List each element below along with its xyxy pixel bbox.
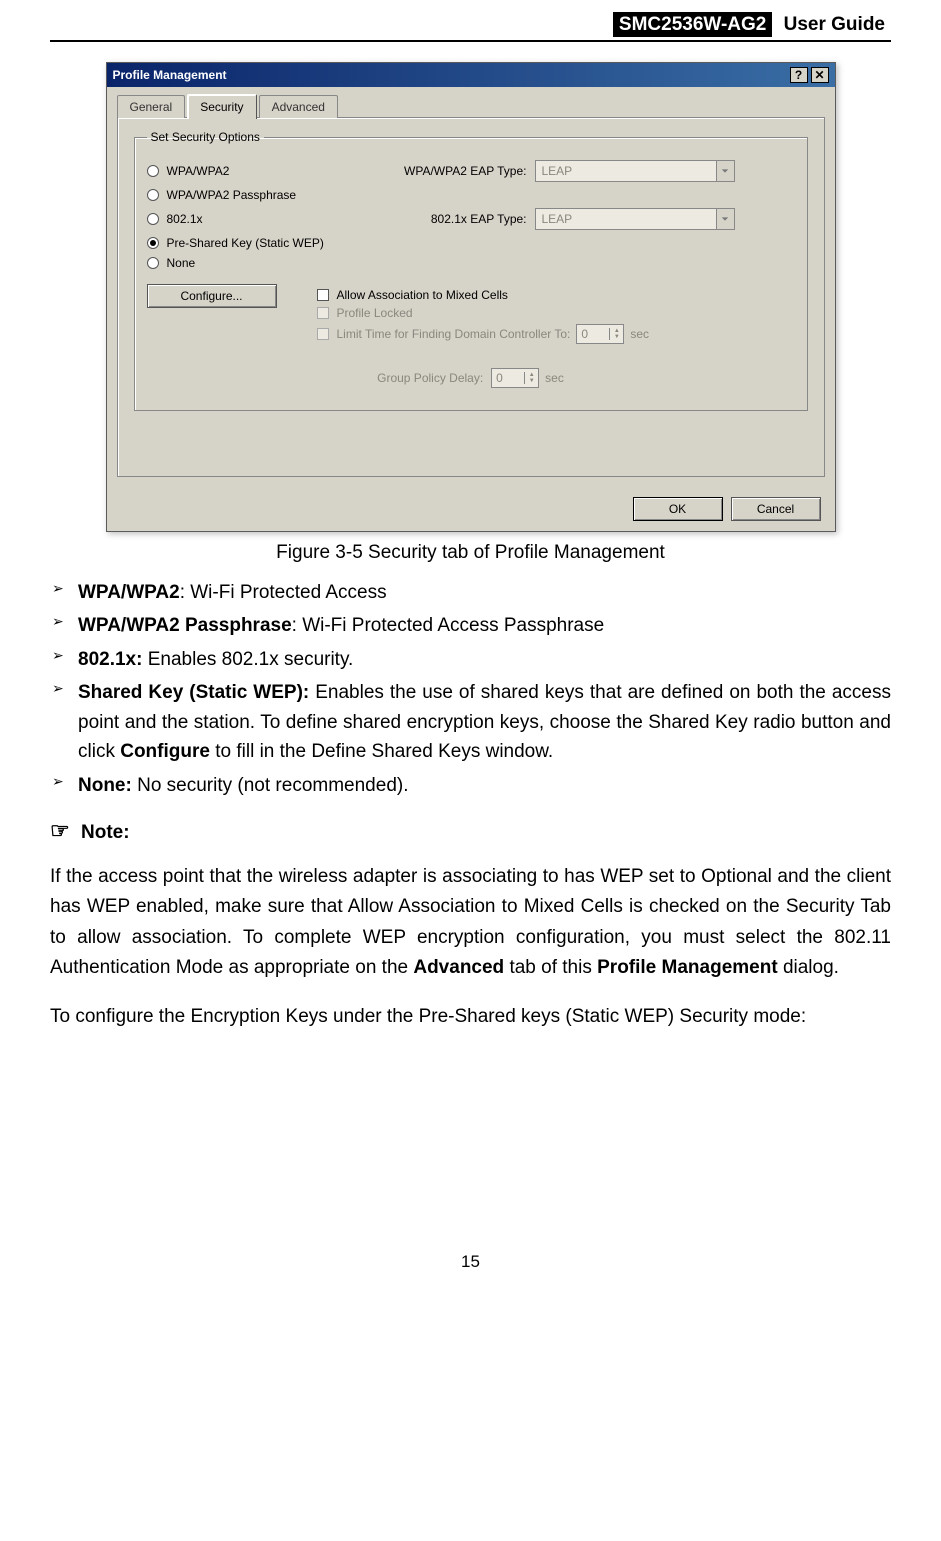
note-heading: ☞ Note: (50, 818, 891, 844)
8021x-eap-type-label: 802.1x EAP Type: (377, 212, 527, 226)
bullet-list: WPA/WPA2: Wi-Fi Protected Access WPA/WPA… (50, 578, 891, 800)
group-legend: Set Security Options (147, 130, 264, 144)
radio-none-label: None (167, 256, 377, 270)
tab-security[interactable]: Security (187, 94, 256, 119)
8021x-eap-type-value: LEAP (536, 212, 716, 226)
radio-preshared-key[interactable] (147, 237, 159, 249)
tab-strip: General Security Advanced (117, 93, 825, 118)
list-item: None: No security (not recommended). (78, 771, 891, 800)
checkbox-profile-locked (317, 307, 329, 319)
header-rule (50, 40, 891, 42)
ok-button[interactable]: OK (633, 497, 723, 521)
dialog-button-row: OK Cancel (107, 487, 835, 531)
radio-wpa-passphrase-label: WPA/WPA2 Passphrase (167, 188, 377, 202)
chevron-down-icon (716, 161, 734, 181)
checkbox-limit-time-label: Limit Time for Finding Domain Controller… (337, 327, 571, 341)
group-policy-delay-label: Group Policy Delay: (377, 371, 483, 385)
spinner-icon: ▲▼ (524, 372, 538, 384)
close-button[interactable]: ✕ (811, 67, 829, 83)
page-number: 15 (50, 1252, 891, 1272)
radio-wpa-label: WPA/WPA2 (167, 164, 377, 178)
spinner-icon: ▲▼ (609, 328, 623, 340)
note-paragraph: If the access point that the wireless ad… (50, 862, 891, 984)
wpa-eap-type-label: WPA/WPA2 EAP Type: (377, 164, 527, 178)
body-paragraph: To configure the Encryption Keys under t… (50, 1002, 891, 1032)
checkbox-profile-locked-label: Profile Locked (337, 306, 413, 320)
product-name: SMC2536W-AG2 (613, 12, 772, 37)
dialog-title: Profile Management (113, 68, 787, 82)
radio-none[interactable] (147, 257, 159, 269)
wpa-eap-type-value: LEAP (536, 164, 716, 178)
profile-management-dialog: Profile Management ? ✕ General Security … (106, 62, 836, 532)
wpa-eap-type-combo[interactable]: LEAP (535, 160, 735, 182)
cancel-button[interactable]: Cancel (731, 497, 821, 521)
figure-caption: Figure 3-5 Security tab of Profile Manag… (50, 542, 891, 564)
checkbox-limit-time (317, 328, 329, 340)
radio-wpa[interactable] (147, 165, 159, 177)
radio-8021x-label: 802.1x (167, 212, 377, 226)
list-item: Shared Key (Static WEP): Enables the use… (78, 678, 891, 766)
tab-general[interactable]: General (117, 95, 186, 118)
doc-title: User Guide (778, 12, 891, 37)
chevron-down-icon (716, 209, 734, 229)
security-options-group: Set Security Options WPA/WPA2 WPA/WPA2 E… (134, 130, 808, 411)
8021x-eap-type-combo[interactable]: LEAP (535, 208, 735, 230)
pointing-hand-icon: ☞ (50, 818, 70, 843)
configure-button[interactable]: Configure... (147, 284, 277, 308)
tab-advanced[interactable]: Advanced (259, 95, 338, 118)
checkbox-mixed-cells-label: Allow Association to Mixed Cells (337, 288, 508, 302)
page-header: SMC2536W-AG2 User Guide (50, 0, 891, 40)
help-button[interactable]: ? (790, 67, 808, 83)
dialog-titlebar: Profile Management ? ✕ (107, 63, 835, 87)
radio-wpa-passphrase[interactable] (147, 189, 159, 201)
group-policy-delay-input: 0 ▲▼ (491, 368, 539, 388)
list-item: WPA/WPA2 Passphrase: Wi-Fi Protected Acc… (78, 611, 891, 640)
checkbox-mixed-cells[interactable] (317, 289, 329, 301)
list-item: WPA/WPA2: Wi-Fi Protected Access (78, 578, 891, 607)
list-item: 802.1x: Enables 802.1x security. (78, 645, 891, 674)
group-policy-delay-unit: sec (545, 371, 564, 385)
limit-time-input: 0 ▲▼ (576, 324, 624, 344)
tab-panel-security: Set Security Options WPA/WPA2 WPA/WPA2 E… (117, 117, 825, 477)
radio-8021x[interactable] (147, 213, 159, 225)
radio-preshared-key-label: Pre-Shared Key (Static WEP) (167, 236, 377, 250)
limit-time-unit: sec (630, 327, 649, 341)
